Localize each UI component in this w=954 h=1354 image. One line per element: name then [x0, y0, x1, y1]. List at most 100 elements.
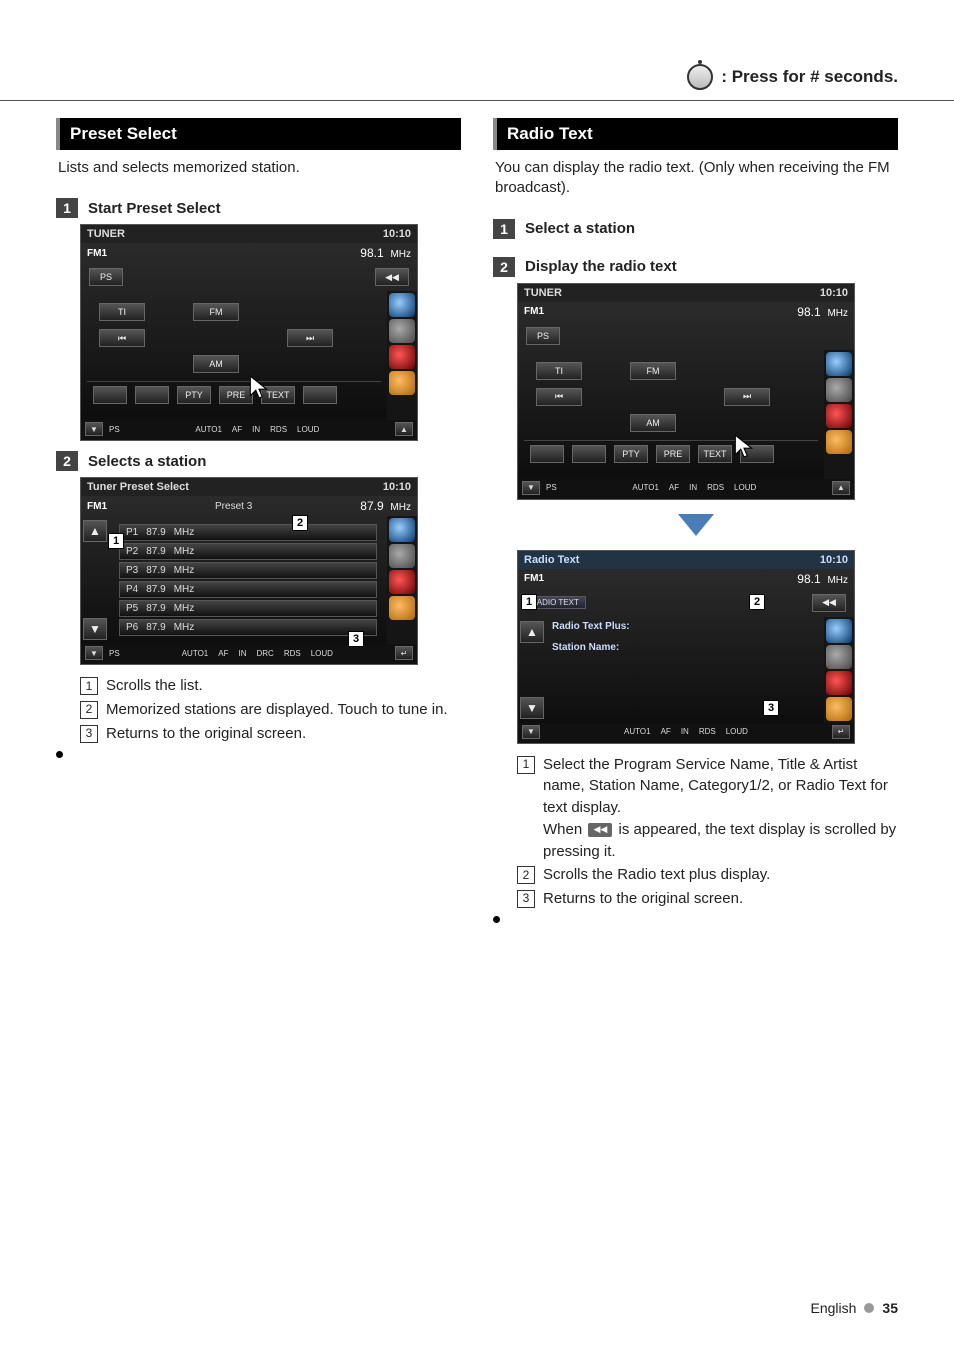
footer-rds: RDS: [284, 649, 301, 658]
globe-icon[interactable]: [389, 293, 415, 317]
blank-button[interactable]: [135, 386, 169, 404]
media-icon[interactable]: [389, 319, 415, 343]
step-number-badge: 1: [56, 198, 78, 218]
footer-loud: LOUD: [297, 425, 319, 434]
collapse-icon[interactable]: ▼: [522, 481, 540, 495]
globe-icon[interactable]: [826, 619, 852, 643]
record-icon[interactable]: [389, 345, 415, 369]
next-button[interactable]: ⏭: [724, 388, 770, 406]
preset-item[interactable]: P187.9MHz: [119, 524, 377, 541]
note-2-box: 2: [517, 866, 535, 884]
preset-item[interactable]: P287.9MHz: [119, 543, 377, 560]
footer-ps: PS: [109, 649, 120, 658]
media-icon[interactable]: [826, 378, 852, 402]
blank-button[interactable]: [303, 386, 337, 404]
tuner-screenshot-2: TUNER 10:10 FM1 98.1 MHz PS: [517, 283, 898, 500]
settings-icon[interactable]: [826, 697, 852, 721]
record-icon[interactable]: [389, 570, 415, 594]
preset-item[interactable]: P587.9MHz: [119, 600, 377, 617]
blank-button[interactable]: [530, 445, 564, 463]
prev-button[interactable]: ⏮: [536, 388, 582, 406]
screen-title: Radio Text: [524, 554, 579, 566]
fm-button[interactable]: FM: [193, 303, 239, 321]
ps-button[interactable]: PS: [526, 327, 560, 345]
settings-icon[interactable]: [389, 371, 415, 395]
scroll-icon[interactable]: ◀◀: [375, 268, 409, 286]
prev-button[interactable]: ⏮: [99, 329, 145, 347]
band-label: FM1: [87, 501, 107, 512]
cursor-icon: [733, 433, 755, 459]
globe-icon[interactable]: [389, 518, 415, 542]
ps-button[interactable]: PS: [89, 268, 123, 286]
preset-item[interactable]: P387.9MHz: [119, 562, 377, 579]
am-button[interactable]: AM: [193, 355, 239, 373]
ti-button[interactable]: TI: [99, 303, 145, 321]
next-button[interactable]: ⏭: [287, 329, 333, 347]
footer-ps: PS: [109, 425, 120, 434]
collapse-icon[interactable]: ▼: [522, 725, 540, 739]
footer-in: IN: [681, 727, 689, 736]
footer-loud: LOUD: [311, 649, 333, 658]
pty-button[interactable]: PTY: [614, 445, 648, 463]
scroll-up-button[interactable]: ▲: [83, 520, 107, 542]
callout-2: 2: [749, 594, 765, 610]
callout-3: 3: [763, 700, 779, 716]
preset-list: P187.9MHz P287.9MHz P387.9MHz P487.9MHz P587…: [113, 520, 383, 640]
scroll-down-button[interactable]: ▼: [83, 618, 107, 640]
preset-list-screenshot: Tuner Preset Select 10:10 FM1 Preset 3 8…: [80, 477, 461, 665]
pty-button[interactable]: PTY: [177, 386, 211, 404]
note-1-box: 1: [517, 756, 535, 774]
am-button[interactable]: AM: [630, 414, 676, 432]
footer-in: IN: [252, 425, 260, 434]
expand-icon[interactable]: ▲: [832, 481, 850, 495]
note-1-text: Select the Program Service Name, Title &…: [543, 754, 898, 863]
scroll-up-button[interactable]: ▲: [520, 621, 544, 643]
preset-label: Preset 3: [215, 501, 252, 512]
return-icon[interactable]: ↵: [395, 646, 413, 660]
record-icon[interactable]: [826, 404, 852, 428]
section-end-dot: [56, 751, 63, 758]
screen-title: Tuner Preset Select: [87, 481, 189, 493]
preset-item[interactable]: P687.9MHz: [119, 619, 377, 636]
collapse-icon[interactable]: ▼: [85, 646, 103, 660]
fm-button[interactable]: FM: [630, 362, 676, 380]
note-3-text: Returns to the original screen.: [543, 888, 743, 910]
blank-button[interactable]: [93, 386, 127, 404]
footer-af: AF: [218, 649, 228, 658]
frequency-unit: MHz: [390, 249, 411, 260]
footer-auto: AUTO1: [624, 727, 651, 736]
frequency-unit: MHz: [827, 308, 848, 319]
footer-rds: RDS: [270, 425, 287, 434]
text-button[interactable]: TEXT: [698, 445, 732, 463]
media-icon[interactable]: [389, 544, 415, 568]
pre-button[interactable]: PRE: [656, 445, 690, 463]
globe-icon[interactable]: [826, 352, 852, 376]
note-1-box: 1: [80, 677, 98, 695]
radio-text-intro: You can display the radio text. (Only wh…: [493, 150, 898, 211]
scroll-icon[interactable]: ◀◀: [812, 594, 846, 612]
media-icon[interactable]: [826, 645, 852, 669]
expand-icon[interactable]: ▲: [395, 422, 413, 436]
collapse-icon[interactable]: ▼: [85, 422, 103, 436]
note-2-text: Scrolls the Radio text plus display.: [543, 864, 770, 886]
footer-drc: DRC: [256, 649, 273, 658]
radio-text-notes: 1 Select the Program Service Name, Title…: [517, 754, 898, 910]
footer-af: AF: [669, 483, 679, 492]
rt-step-1-header: 1 Select a station: [493, 219, 898, 239]
horizontal-rule: [0, 100, 954, 101]
screen-clock: 10:10: [820, 554, 848, 566]
frequency-value: 87.9: [360, 499, 383, 513]
record-icon[interactable]: [826, 671, 852, 695]
screen-clock: 10:10: [820, 287, 848, 299]
preset-item[interactable]: P487.9MHz: [119, 581, 377, 598]
frequency-value: 98.1: [360, 246, 383, 260]
left-column: Preset Select Lists and selects memorize…: [56, 118, 461, 923]
settings-icon[interactable]: [389, 596, 415, 620]
step-number-badge: 1: [493, 219, 515, 239]
scroll-down-button[interactable]: ▼: [520, 697, 544, 719]
return-icon[interactable]: ↵: [832, 725, 850, 739]
page-footer: English 35: [811, 1300, 899, 1316]
settings-icon[interactable]: [826, 430, 852, 454]
blank-button[interactable]: [572, 445, 606, 463]
ti-button[interactable]: TI: [536, 362, 582, 380]
